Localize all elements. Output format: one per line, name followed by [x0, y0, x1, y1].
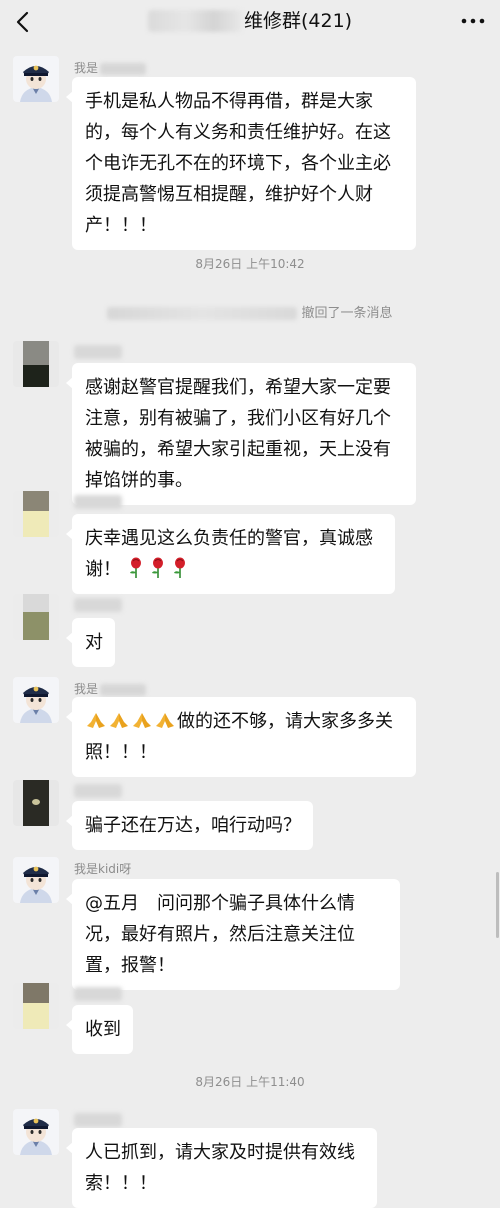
message-bubble[interactable]: @五月 问问那个骗子具体什么情况，最好有照片，然后注意关注位置，报警！	[66, 879, 400, 990]
chat-title: 维修群(421)	[244, 10, 353, 32]
recall-notice: 撤回了一条消息	[0, 305, 500, 323]
police-avatar[interactable]	[13, 56, 59, 102]
sender-name: 我是kidi呀	[74, 862, 132, 876]
police-avatar[interactable]	[13, 857, 59, 903]
rose-icon	[151, 557, 163, 578]
rose-icon	[129, 557, 141, 578]
sender-name: 我是	[74, 60, 147, 76]
sender-name: 我是	[74, 681, 147, 697]
message-bubble[interactable]: 庆幸遇见这么负责任的警官，真诚感谢！	[66, 514, 395, 594]
timestamp: 8月26日 上午11:40	[195, 1075, 305, 1089]
avatar[interactable]	[13, 983, 59, 1029]
pray-hands-icon	[133, 713, 151, 728]
chat-header: 维修群(421)	[0, 0, 500, 44]
message-bubble[interactable]: 收到	[66, 1005, 133, 1054]
sender-name-redacted	[74, 1113, 122, 1127]
scrollbar[interactable]	[496, 872, 499, 938]
message-bubble[interactable]: 手机是私人物品不得再借，群是大家的，每个人有义务和责任维护好。在这个电诈无孔不在…	[66, 77, 416, 250]
sender-name-redacted	[74, 784, 122, 798]
police-avatar[interactable]	[13, 677, 59, 723]
chevron-left-icon[interactable]	[12, 8, 36, 36]
pray-hands-icon	[110, 713, 128, 728]
message-bubble[interactable]: 骗子还在万达，咱行动吗？	[66, 801, 313, 850]
sender-name-redacted	[74, 495, 122, 509]
avatar[interactable]	[13, 341, 59, 387]
police-avatar[interactable]	[13, 1109, 59, 1155]
message-bubble[interactable]: 对	[66, 618, 115, 667]
message-bubble[interactable]: 做的还不够，请大家多多关照！！！	[66, 697, 416, 777]
pray-hands-icon	[156, 713, 174, 728]
avatar[interactable]	[13, 594, 59, 640]
sender-name-redacted	[74, 598, 122, 612]
message-bubble[interactable]: 人已抓到，请大家及时提供有效线索！！！	[66, 1128, 377, 1208]
avatar[interactable]	[13, 491, 59, 537]
sender-name-redacted	[74, 987, 122, 1001]
message-bubble[interactable]: 感谢赵警官提醒我们，希望大家一定要注意，别有被骗了，我们小区有好几个被骗的，希望…	[66, 363, 416, 505]
redacted-title-part	[148, 10, 242, 32]
sender-name-redacted	[74, 345, 122, 359]
timestamp: 8月26日 上午10:42	[195, 257, 305, 271]
avatar[interactable]	[13, 780, 59, 826]
more-dots-icon[interactable]	[460, 12, 486, 30]
pray-hands-icon	[87, 713, 105, 728]
rose-icon	[173, 557, 185, 578]
